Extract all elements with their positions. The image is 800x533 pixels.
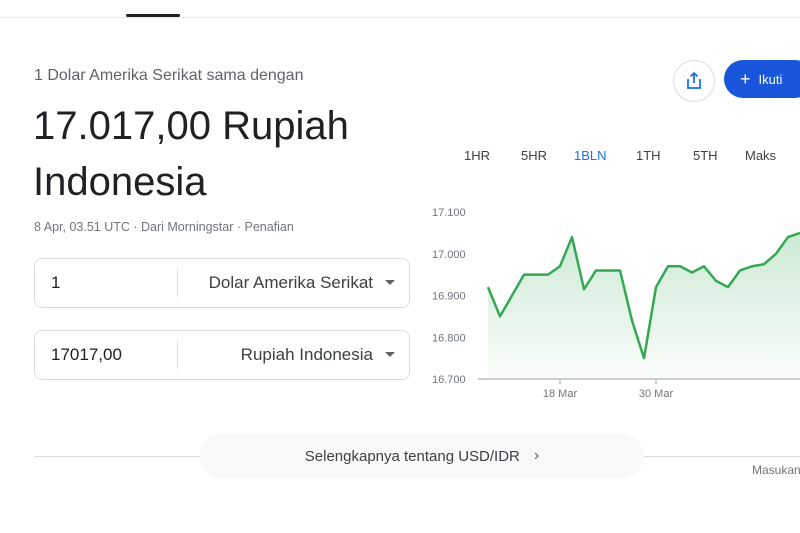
plus-icon: + [740,69,751,89]
from-amount-input[interactable]: 1 [51,259,60,307]
follow-button-label: Ikuti [758,71,783,87]
y-tick-label: 17.100 [432,207,466,219]
conversion-subtitle: 1 Dolar Amerika Serikat sama dengan [34,67,304,84]
to-currency-select[interactable]: Rupiah Indonesia [241,331,373,379]
range-tab-1th[interactable]: 1TH [636,148,661,163]
section-divider-right [644,456,800,457]
from-currency-row: 1 Dolar Amerika Serikat [34,258,410,308]
range-tab-1bln[interactable]: 1BLN [574,148,607,163]
chevron-right-icon: › [533,447,540,464]
to-amount-input[interactable]: 17017,00 [51,331,122,379]
source-meta: 8 Apr, 03.51 UTC · Dari Morningstar · Pe… [34,220,294,234]
exchange-rate-chart: 17.100 17.000 16.900 16.800 16.700 18 Mar 30 M… [432,207,800,400]
x-tick-label: 30 Mar [639,388,674,400]
follow-button[interactable]: + Ikuti [724,60,800,98]
y-tick-label: 17.000 [432,249,466,261]
chevron-down-icon[interactable] [385,280,395,285]
y-tick-label: 16.900 [432,291,466,303]
x-tick-label: 18 Mar [543,388,578,400]
range-tab-1hr[interactable]: 1HR [464,148,490,163]
section-divider-left [34,456,200,457]
share-icon [687,72,701,89]
share-button[interactable] [673,60,715,102]
y-tick-label: 16.700 [432,374,466,386]
range-tab-5th[interactable]: 5TH [693,148,718,163]
conversion-result: 17.017,00 Rupiah Indonesia [33,98,413,210]
more-about-pair-label: Selengkapnya tentang USD/IDR [304,447,520,465]
range-tab-maks[interactable]: Maks [745,148,776,163]
top-tabs-border [0,17,800,18]
active-tab-indicator [126,14,180,17]
more-about-pair-button[interactable]: Selengkapnya tentang USD/IDR › [200,434,644,478]
conversion-result-line2: Indonesia [33,160,207,204]
feedback-link[interactable]: Masukan [752,463,800,477]
row-divider [177,269,178,297]
range-tab-5hr[interactable]: 5HR [521,148,547,163]
row-divider [177,341,178,369]
from-currency-select[interactable]: Dolar Amerika Serikat [209,259,373,307]
conversion-result-line1: 17.017,00 Rupiah [33,104,349,148]
y-tick-label: 16.800 [432,332,466,344]
to-currency-row: 17017,00 Rupiah Indonesia [34,330,410,380]
chevron-down-icon[interactable] [385,352,395,357]
